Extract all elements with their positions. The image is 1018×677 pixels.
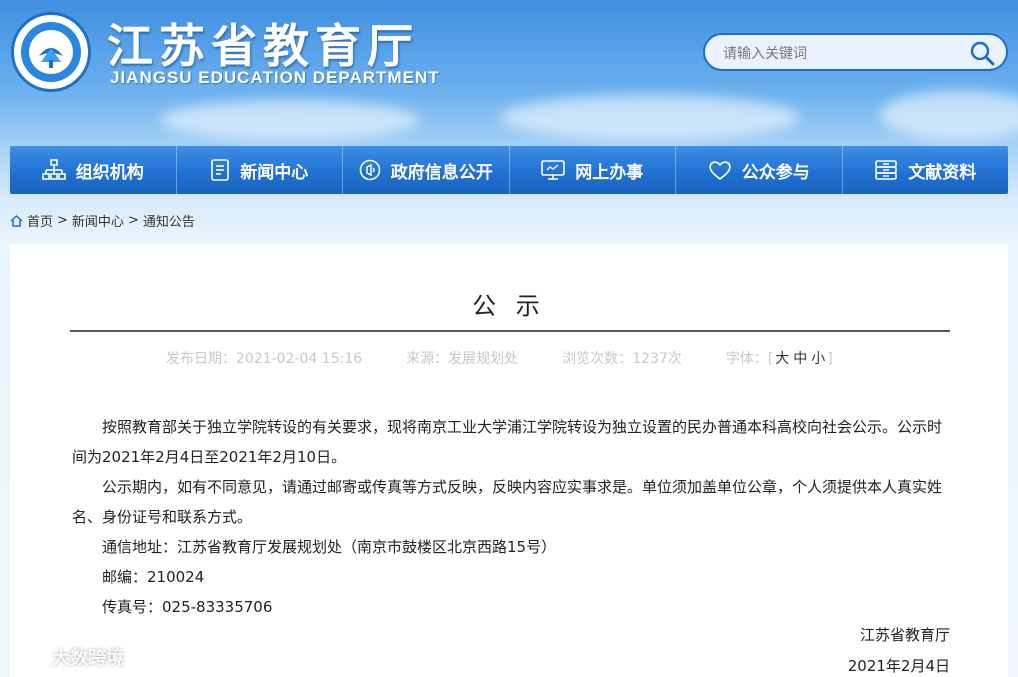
main-nav: 组织机构 新闻中心 政府信息公开 网上办事 公众参与 文献资料 xyxy=(10,146,1008,194)
document-icon xyxy=(211,159,230,181)
signature: 江苏省教育厅 xyxy=(859,626,950,644)
breadcrumb-news-center[interactable]: 新闻中心 xyxy=(72,211,124,230)
org-chart-icon xyxy=(41,159,66,180)
paragraph: 按照教育部关于独立学院转设的有关要求，现将南京工业大学浦江学院转设为独立设置的民… xyxy=(72,418,943,466)
nav-item-online-service[interactable]: 网上办事 xyxy=(510,146,676,194)
article-title: 公 示 xyxy=(472,292,546,320)
signature-date: 2021年2月4日 xyxy=(847,657,950,675)
watermark-logo-icon xyxy=(10,649,45,664)
article-meta: 发布日期：2021-02-04 15:16 来源：发展规划处 浏览次数：1237… xyxy=(166,348,833,368)
site-logo[interactable] xyxy=(11,12,91,92)
nav-item-public-participation[interactable]: 公众参与 xyxy=(676,146,843,194)
watermark-text: 大数跨境 xyxy=(52,648,124,669)
article-source: 来源：发展规划处 xyxy=(406,351,519,367)
breadcrumb-separator: > xyxy=(57,213,68,228)
nav-label: 公众参与 xyxy=(741,162,810,183)
nav-label: 新闻中心 xyxy=(240,162,309,183)
emblem-icon xyxy=(21,22,81,82)
breadcrumb-separator: > xyxy=(127,213,139,228)
home-icon xyxy=(10,214,23,227)
cloud-decoration xyxy=(880,90,1018,140)
font-size-label: 字体：[ xyxy=(725,351,774,367)
nav-item-gov-info[interactable]: 政府信息公开 xyxy=(343,146,510,194)
breadcrumb-notices[interactable]: 通知公告 xyxy=(143,211,195,230)
cloud-decoration xyxy=(160,100,420,140)
site-subtitle: JIANGSU EDUCATION DEPARTMENT xyxy=(110,68,440,87)
monitor-icon xyxy=(541,160,566,180)
font-small-button[interactable]: 小 xyxy=(811,351,825,367)
font-medium-button[interactable]: 中 xyxy=(793,351,807,367)
search-input[interactable] xyxy=(721,42,965,66)
archive-icon xyxy=(875,160,898,180)
breadcrumb: 首页 > 新闻中心 > 通知公告 xyxy=(10,211,195,230)
nav-label: 组织机构 xyxy=(75,162,144,183)
title-divider xyxy=(70,330,950,332)
nav-item-news[interactable]: 新闻中心 xyxy=(177,146,343,194)
font-size-switcher: 字体：[大中小] xyxy=(726,348,833,368)
publish-date: 发布日期：2021-02-04 15:16 xyxy=(166,351,363,367)
nav-item-documents[interactable]: 文献资料 xyxy=(843,146,1009,194)
view-count: 浏览次数：1237次 xyxy=(562,351,682,367)
article-body: 按照教育部关于独立学院转设的有关要求，现将南京工业大学浦江学院转设为独立设置的民… xyxy=(72,412,952,622)
postal-code: 邮编：210024 xyxy=(102,568,205,586)
site-title: 江苏省教育厅 xyxy=(107,19,419,73)
fax-number: 传真号：025-83335706 xyxy=(102,598,273,616)
heart-icon xyxy=(709,161,731,181)
watermark: 大数跨境 xyxy=(8,644,124,670)
nav-label: 网上办事 xyxy=(575,162,644,183)
search-box xyxy=(703,33,1008,71)
site-header: 江苏省教育厅 JIANGSU EDUCATION DEPARTMENT xyxy=(0,0,1018,145)
cloud-decoration xyxy=(500,95,800,140)
font-size-close: ] xyxy=(827,351,833,367)
font-large-button[interactable]: 大 xyxy=(775,351,789,367)
paragraph: 公示期内，如有不同意见，请通过邮寄或传真等方式反映，反映内容应实事求是。单位须加… xyxy=(72,478,943,526)
nav-item-organization[interactable]: 组织机构 xyxy=(10,146,177,194)
nav-label: 政府信息公开 xyxy=(390,162,493,183)
contact-address: 通信地址：江苏省教育厅发展规划处（南京市鼓楼区北京西路15号） xyxy=(102,538,557,556)
speaker-icon xyxy=(359,159,381,181)
article-panel: 公 示 发布日期：2021-02-04 15:16 来源：发展规划处 浏览次数：… xyxy=(10,244,1008,677)
search-icon[interactable] xyxy=(968,39,996,71)
nav-label: 文献资料 xyxy=(908,162,977,183)
breadcrumb-home[interactable]: 首页 xyxy=(27,211,53,230)
